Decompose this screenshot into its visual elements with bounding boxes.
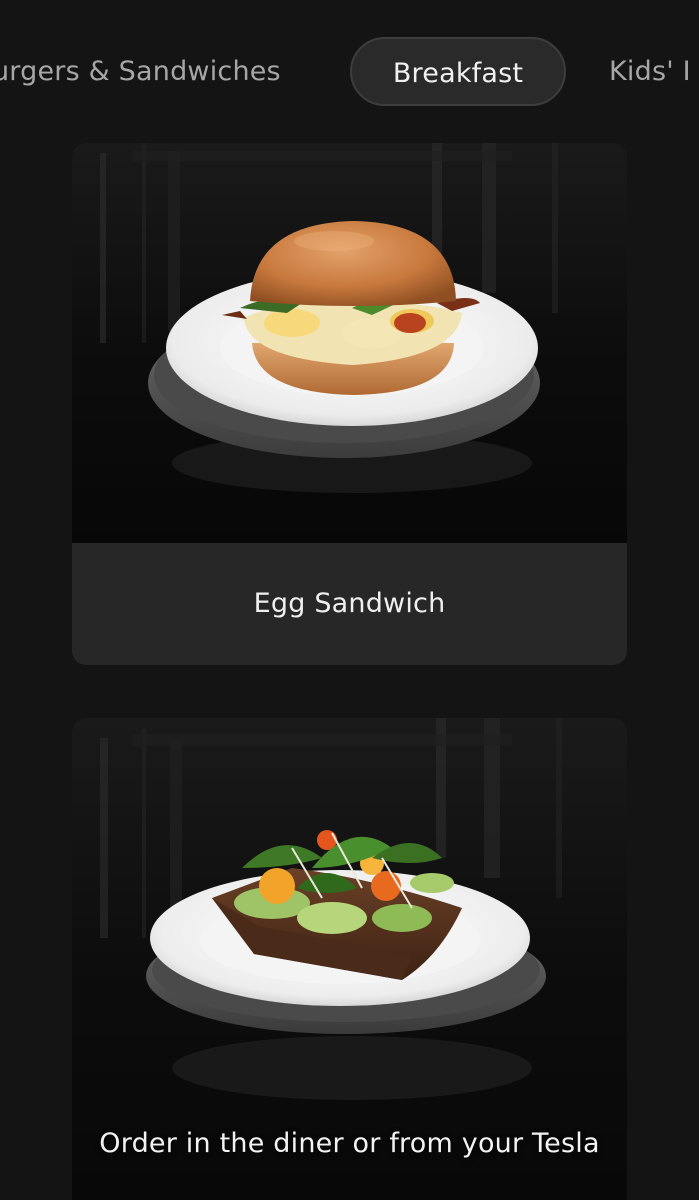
category-tab-bar: urgers & Sandwiches Breakfast Kids' I: [0, 0, 699, 140]
tab-breakfast[interactable]: Breakfast: [350, 37, 566, 106]
tab-burgers-sandwiches[interactable]: urgers & Sandwiches: [0, 37, 281, 106]
egg-sandwich-photo: [72, 143, 627, 543]
menu-item-name: Egg Sandwich: [253, 588, 446, 619]
tab-kids[interactable]: Kids' I: [609, 37, 691, 106]
menu-item-card[interactable]: Egg Sandwich: [72, 143, 627, 665]
bottom-caption: Order in the diner or from your Tesla: [99, 1128, 600, 1159]
